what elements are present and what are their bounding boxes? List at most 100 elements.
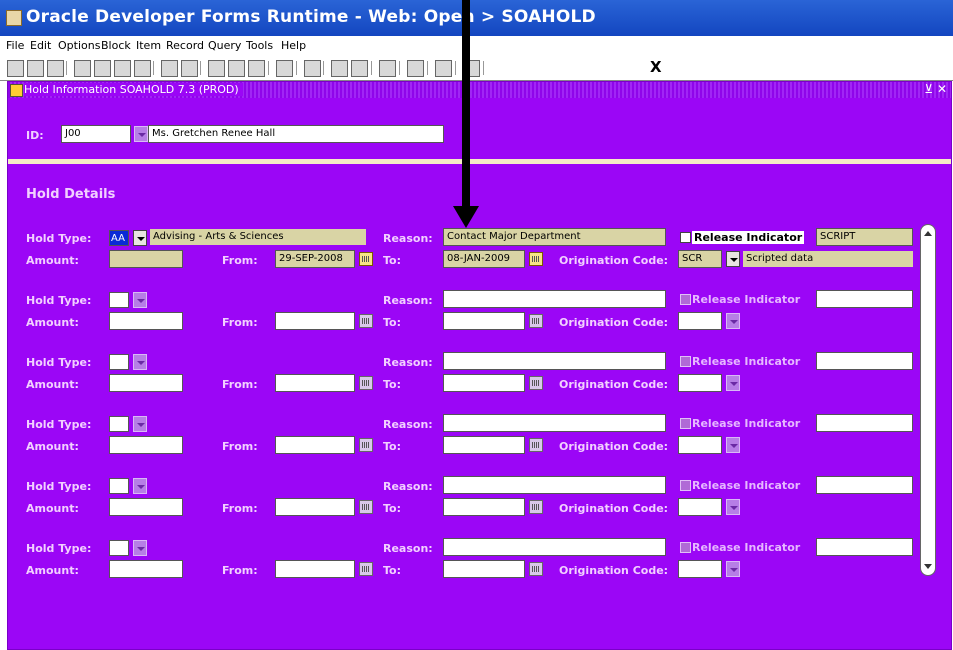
reason-field[interactable]: [443, 538, 666, 556]
from-calendar-icon[interactable]: [359, 562, 373, 576]
origination-code-field[interactable]: SCR: [678, 250, 722, 268]
menu-block[interactable]: Block: [101, 39, 131, 52]
amount-field[interactable]: [109, 436, 183, 454]
to-date-field[interactable]: [443, 374, 525, 392]
release-indicator-checkbox[interactable]: [680, 294, 691, 305]
delete-record-icon[interactable]: [114, 60, 131, 77]
origination-code-lookup-button[interactable]: [726, 375, 740, 391]
origination-code-field[interactable]: [678, 498, 722, 516]
scroll-down-icon[interactable]: [924, 564, 932, 569]
from-date-field[interactable]: [275, 560, 355, 578]
to-date-field[interactable]: [443, 312, 525, 330]
save-icon[interactable]: [7, 60, 24, 77]
release-indicator-checkbox[interactable]: [680, 418, 691, 429]
reason-field[interactable]: [443, 476, 666, 494]
hold-type-field[interactable]: [109, 416, 129, 432]
from-date-field[interactable]: [275, 374, 355, 392]
hold-type-lookup-button[interactable]: [133, 540, 147, 556]
exit-button[interactable]: X: [650, 58, 662, 76]
amount-field[interactable]: [109, 498, 183, 516]
extract-data-icon[interactable]: [331, 60, 348, 77]
enter-query-icon[interactable]: [208, 60, 225, 77]
menu-file[interactable]: File: [6, 39, 24, 52]
from-date-field[interactable]: [275, 498, 355, 516]
clear-record-icon[interactable]: [134, 60, 151, 77]
insert-record-icon[interactable]: [94, 60, 111, 77]
records-scrollbar[interactable]: [920, 224, 936, 576]
hold-type-lookup-button[interactable]: [133, 292, 147, 308]
from-calendar-icon[interactable]: [359, 252, 373, 266]
scroll-up-icon[interactable]: [924, 231, 932, 236]
hold-type-field[interactable]: [109, 354, 129, 370]
hold-type-field[interactable]: [109, 540, 129, 556]
lookup-icon[interactable]: [276, 60, 293, 77]
hold-type-lookup-button[interactable]: [133, 354, 147, 370]
reason-field[interactable]: Contact Major Department: [443, 228, 666, 246]
release-indicator-checkbox[interactable]: [680, 232, 691, 243]
from-date-field[interactable]: [275, 436, 355, 454]
to-date-field[interactable]: [443, 498, 525, 516]
to-calendar-icon[interactable]: [529, 438, 543, 452]
hold-type-field[interactable]: [109, 478, 129, 494]
origination-code-field[interactable]: [678, 312, 722, 330]
origination-code-field[interactable]: [678, 560, 722, 578]
hold-type-field[interactable]: AA: [109, 230, 129, 246]
to-calendar-icon[interactable]: [529, 314, 543, 328]
from-date-field[interactable]: [275, 312, 355, 330]
extract-data-alt-icon[interactable]: [351, 60, 368, 77]
menu-options[interactable]: Options: [58, 39, 100, 52]
to-calendar-icon[interactable]: [529, 500, 543, 514]
to-calendar-icon[interactable]: [529, 376, 543, 390]
origination-code-field[interactable]: [678, 374, 722, 392]
from-calendar-icon[interactable]: [359, 500, 373, 514]
next-block-icon[interactable]: [181, 60, 198, 77]
menu-edit[interactable]: Edit: [30, 39, 51, 52]
id-field[interactable]: J00: [61, 125, 131, 143]
execute-query-icon[interactable]: [228, 60, 245, 77]
to-calendar-icon[interactable]: [529, 562, 543, 576]
from-calendar-icon[interactable]: [359, 314, 373, 328]
id-lookup-button[interactable]: [134, 126, 148, 142]
print-screen-icon[interactable]: [304, 60, 321, 77]
origination-code-lookup-button[interactable]: [726, 499, 740, 515]
reason-field[interactable]: [443, 290, 666, 308]
to-date-field[interactable]: [443, 560, 525, 578]
amount-field[interactable]: [109, 560, 183, 578]
amount-field[interactable]: [109, 312, 183, 330]
amount-field[interactable]: [109, 374, 183, 392]
release-indicator-checkbox[interactable]: [680, 480, 691, 491]
to-calendar-icon[interactable]: [529, 252, 543, 266]
to-date-field[interactable]: 08-JAN-2009: [443, 250, 525, 268]
from-calendar-icon[interactable]: [359, 376, 373, 390]
to-date-field[interactable]: [443, 436, 525, 454]
menu-record[interactable]: Record: [166, 39, 204, 52]
hold-type-lookup-button[interactable]: [133, 230, 147, 246]
release-indicator-checkbox[interactable]: [680, 356, 691, 367]
bdm-icon[interactable]: [379, 60, 396, 77]
menu-item[interactable]: Item: [136, 39, 161, 52]
workflow-icon[interactable]: [407, 60, 424, 77]
menu-query[interactable]: Query: [208, 39, 241, 52]
window-controls[interactable]: ⊻ ✕: [924, 82, 947, 96]
from-calendar-icon[interactable]: [359, 438, 373, 452]
cancel-query-icon[interactable]: [248, 60, 265, 77]
hold-type-lookup-button[interactable]: [133, 478, 147, 494]
origination-code-lookup-button[interactable]: [726, 251, 740, 267]
origination-code-field[interactable]: [678, 436, 722, 454]
menu-help[interactable]: Help: [281, 39, 306, 52]
amount-field[interactable]: [109, 250, 183, 268]
print-icon[interactable]: [47, 60, 64, 77]
release-indicator-checkbox[interactable]: [680, 542, 691, 553]
menu-tools[interactable]: Tools: [246, 39, 273, 52]
origination-code-lookup-button[interactable]: [726, 437, 740, 453]
channel-icon[interactable]: [435, 60, 452, 77]
reason-field[interactable]: [443, 352, 666, 370]
hold-type-field[interactable]: [109, 292, 129, 308]
previous-block-icon[interactable]: [161, 60, 178, 77]
from-date-field[interactable]: 29-SEP-2008: [275, 250, 355, 268]
rollback-icon[interactable]: [74, 60, 91, 77]
origination-code-lookup-button[interactable]: [726, 313, 740, 329]
undo-icon[interactable]: [27, 60, 44, 77]
origination-code-lookup-button[interactable]: [726, 561, 740, 577]
hold-type-lookup-button[interactable]: [133, 416, 147, 432]
